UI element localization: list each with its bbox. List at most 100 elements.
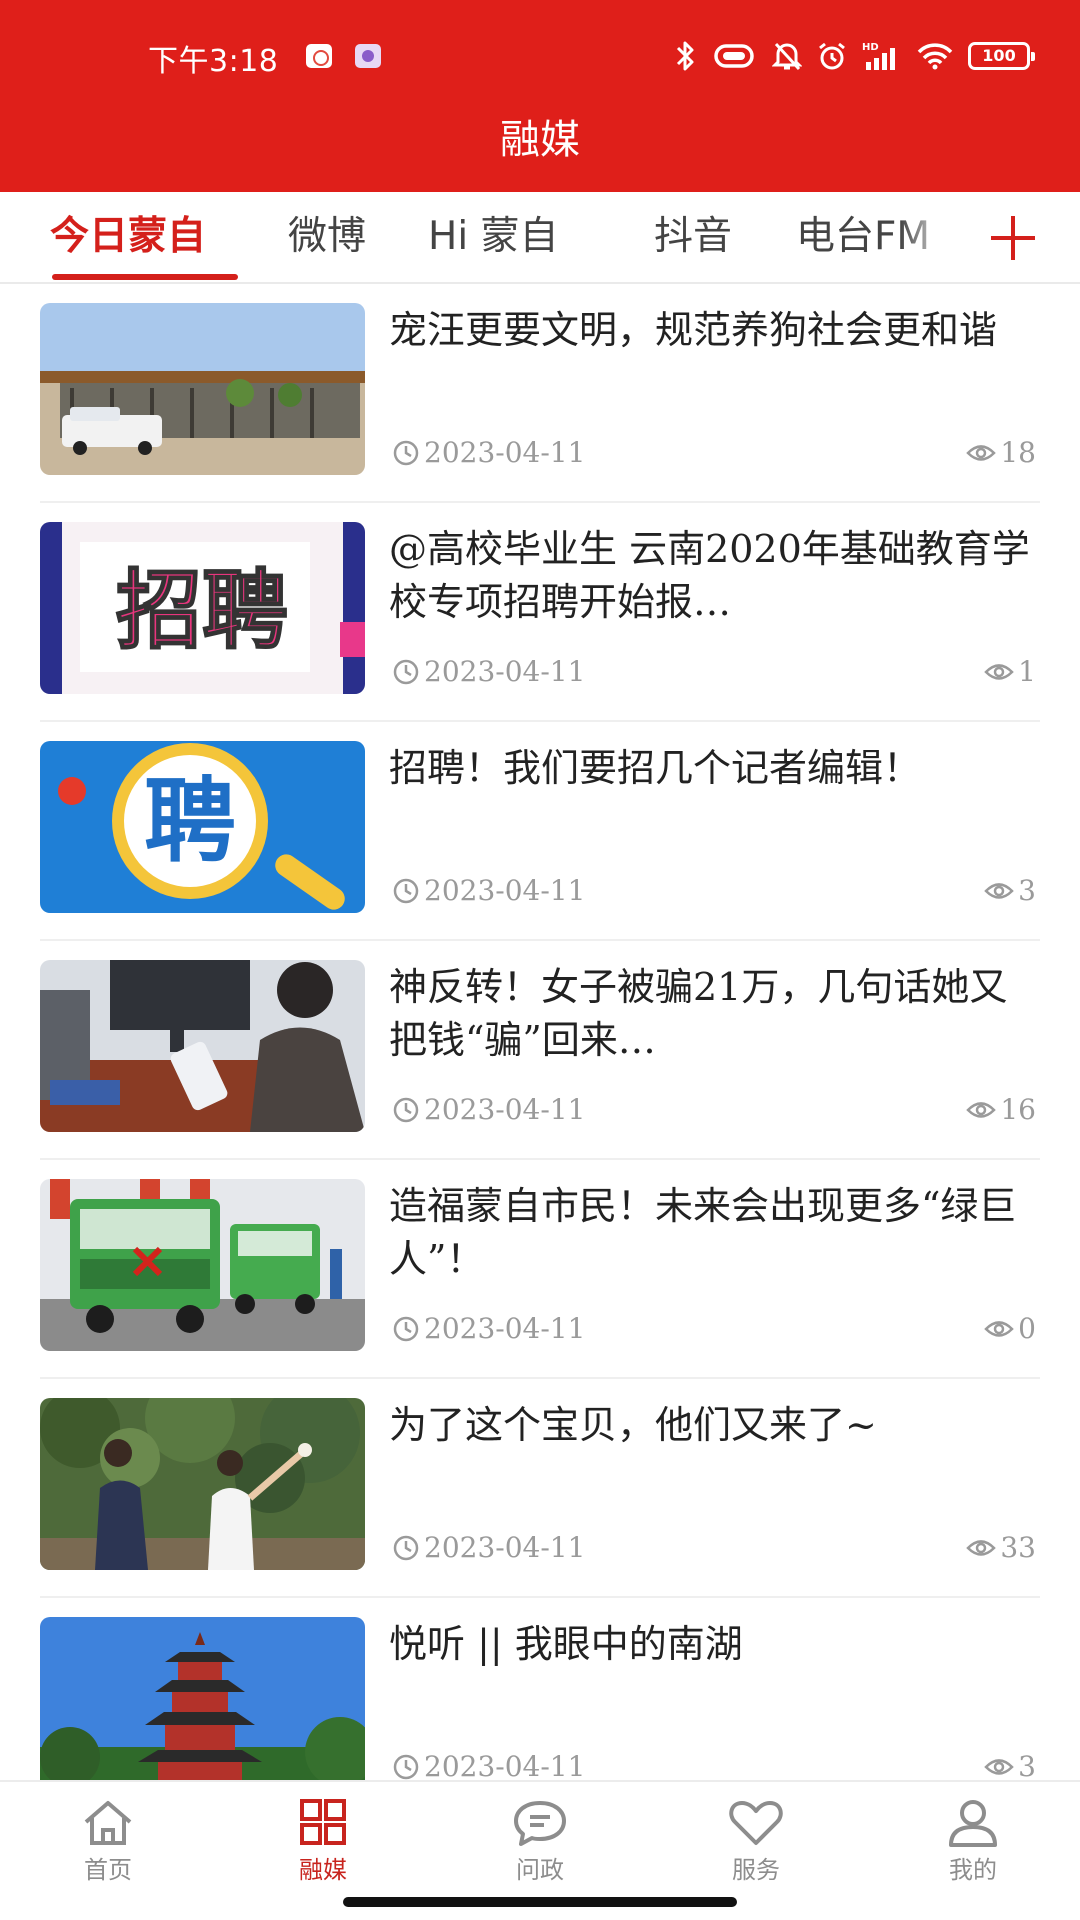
green-trucks-image xyxy=(40,1179,365,1351)
tab-hi-mengzi[interactable]: Hi 蒙自 xyxy=(428,212,559,262)
article-date-text: 2023-04-11 xyxy=(424,1750,586,1780)
article-thumbnail: 聘 xyxy=(40,741,365,913)
eye-icon xyxy=(984,882,1014,899)
nav-home-label: 首页 xyxy=(84,1856,132,1884)
article-date-text: 2023-04-11 xyxy=(424,874,586,907)
article-title[interactable]: 造福蒙自市民！未来会出现更多“绿巨人”！ xyxy=(389,1180,1037,1286)
article-item[interactable]: 招聘 @高校毕业生 云南2020年基础教育学校专项招聘开始报… 2023-04-… xyxy=(40,503,1040,722)
svg-text:HD: HD xyxy=(862,42,879,53)
nav-wenzheng-label: 问政 xyxy=(516,1856,564,1884)
add-channel-plus-icon[interactable] xyxy=(985,210,1041,266)
home-icon xyxy=(84,1801,132,1845)
eye-icon xyxy=(984,1758,1014,1775)
article-item[interactable]: 聘 招聘！我们要招几个记者编辑！ 2023-04-11 3 xyxy=(40,722,1040,941)
bluetooth-icon xyxy=(676,41,694,71)
article-views: 3 xyxy=(984,1750,1036,1780)
active-tab-indicator xyxy=(52,274,238,280)
article-date-text: 2023-04-11 xyxy=(424,1531,586,1564)
zhaopin-banner-image: 招聘 xyxy=(40,522,365,694)
eye-icon xyxy=(966,1101,997,1118)
eye-icon xyxy=(984,1320,1014,1337)
pagoda-image xyxy=(40,1617,365,1780)
article-date-text: 2023-04-11 xyxy=(424,1093,586,1126)
clock-icon xyxy=(393,878,419,903)
tab-weibo[interactable]: 微博 xyxy=(288,212,366,262)
tab-jinri-mengzi[interactable]: 今日蒙自 xyxy=(50,212,206,262)
orchard-workers-image xyxy=(40,1398,365,1570)
article-views: 1 xyxy=(984,655,1036,688)
article-item[interactable]: 宠汪更要文明，规范养狗社会更和谐 2023-04-11 18 xyxy=(40,284,1040,503)
article-thumbnail xyxy=(40,1179,365,1351)
home-indicator[interactable] xyxy=(343,1897,737,1907)
clock-icon xyxy=(393,440,419,465)
article-views: 0 xyxy=(984,1312,1036,1345)
article-thumbnail xyxy=(40,960,365,1132)
app-notification-icon xyxy=(355,44,381,68)
article-views-count: 3 xyxy=(1018,1750,1036,1780)
article-title[interactable]: 为了这个宝贝，他们又来了~ xyxy=(389,1399,1037,1452)
tab-fade-overlay xyxy=(900,192,960,282)
nav-wode[interactable]: 我的 xyxy=(908,1798,1038,1885)
article-views-count: 18 xyxy=(1000,436,1036,469)
woman-at-counter-image xyxy=(40,960,365,1132)
channel-tab-bar: 今日蒙自 微博 Hi 蒙自 抖音 电台FM xyxy=(0,192,1080,284)
article-item[interactable]: 为了这个宝贝，他们又来了~ 2023-04-11 33 xyxy=(40,1379,1040,1598)
mute-bell-icon xyxy=(772,42,802,71)
nav-rongmei-label: 融媒 xyxy=(299,1856,347,1884)
chat-icon xyxy=(514,1801,566,1846)
article-title[interactable]: 悦听 || 我眼中的南湖 xyxy=(389,1618,1037,1671)
clock-icon xyxy=(393,659,419,684)
nav-wenzheng[interactable]: 问政 xyxy=(475,1798,605,1885)
article-title[interactable]: @高校毕业生 云南2020年基础教育学校专项招聘开始报… xyxy=(389,523,1037,629)
article-views-count: 33 xyxy=(1000,1531,1036,1564)
status-bar: 下午3:18 HD 100 xyxy=(0,0,1080,110)
status-icons: HD 100 xyxy=(674,38,1035,74)
tab-douyin[interactable]: 抖音 xyxy=(654,212,732,262)
article-date: 2023-04-11 xyxy=(392,874,585,907)
pin-thumb-text: 聘 xyxy=(144,768,236,875)
article-title[interactable]: 神反转！女子被骗21万，几句话她又把钱“骗”回来… xyxy=(389,961,1037,1067)
eye-icon xyxy=(966,444,997,461)
article-thumbnail xyxy=(40,1617,365,1780)
eye-icon xyxy=(984,663,1014,680)
nav-wode-label: 我的 xyxy=(949,1856,997,1884)
article-date-text: 2023-04-11 xyxy=(424,655,586,688)
heart-icon xyxy=(729,1801,783,1845)
article-item[interactable]: 造福蒙自市民！未来会出现更多“绿巨人”！ 2023-04-11 0 xyxy=(40,1160,1040,1379)
article-date: 2023-04-11 xyxy=(392,1312,585,1345)
article-title[interactable]: 宠汪更要文明，规范养狗社会更和谐 xyxy=(389,304,1037,357)
article-title[interactable]: 招聘！我们要招几个记者编辑！ xyxy=(389,742,1037,795)
status-time: 下午3:18 xyxy=(148,44,279,79)
article-views: 3 xyxy=(984,874,1036,907)
eye-icon xyxy=(966,1539,997,1556)
clock-icon xyxy=(393,1316,419,1341)
article-views-count: 16 xyxy=(1000,1093,1036,1126)
article-views: 16 xyxy=(966,1093,1036,1126)
nav-home[interactable]: 首页 xyxy=(43,1798,173,1885)
article-date: 2023-04-11 xyxy=(392,1750,585,1780)
article-views: 18 xyxy=(966,436,1036,469)
vibrate-icon xyxy=(714,44,754,68)
app-header: 下午3:18 HD 100 融媒 xyxy=(0,0,1080,192)
weibo-notification-icon xyxy=(306,44,332,68)
article-thumbnail: 招聘 xyxy=(40,522,365,694)
nav-fuwu-label: 服务 xyxy=(732,1856,780,1884)
article-views-count: 1 xyxy=(1018,655,1036,688)
page-title: 融媒 xyxy=(500,117,580,163)
grid-icon xyxy=(300,1799,346,1845)
article-views-count: 3 xyxy=(1018,874,1036,907)
clock-icon xyxy=(393,1535,419,1560)
article-thumbnail xyxy=(40,303,365,475)
article-item[interactable]: 悦听 || 我眼中的南湖 2023-04-11 3 xyxy=(40,1598,1040,1780)
nav-rongmei[interactable]: 融媒 xyxy=(258,1798,388,1885)
zhaopin-thumb-text: 招聘 xyxy=(116,561,288,661)
article-date: 2023-04-11 xyxy=(392,1093,585,1126)
battery-icon: 100 xyxy=(968,42,1035,70)
battery-level: 100 xyxy=(982,46,1016,65)
building-with-truck-image xyxy=(40,303,365,475)
article-views-count: 0 xyxy=(1018,1312,1036,1345)
article-item[interactable]: 神反转！女子被骗21万，几句话她又把钱“骗”回来… 2023-04-11 16 xyxy=(40,941,1040,1160)
article-date-text: 2023-04-11 xyxy=(424,436,586,469)
nav-fuwu[interactable]: 服务 xyxy=(691,1798,821,1885)
article-views: 33 xyxy=(966,1531,1036,1564)
